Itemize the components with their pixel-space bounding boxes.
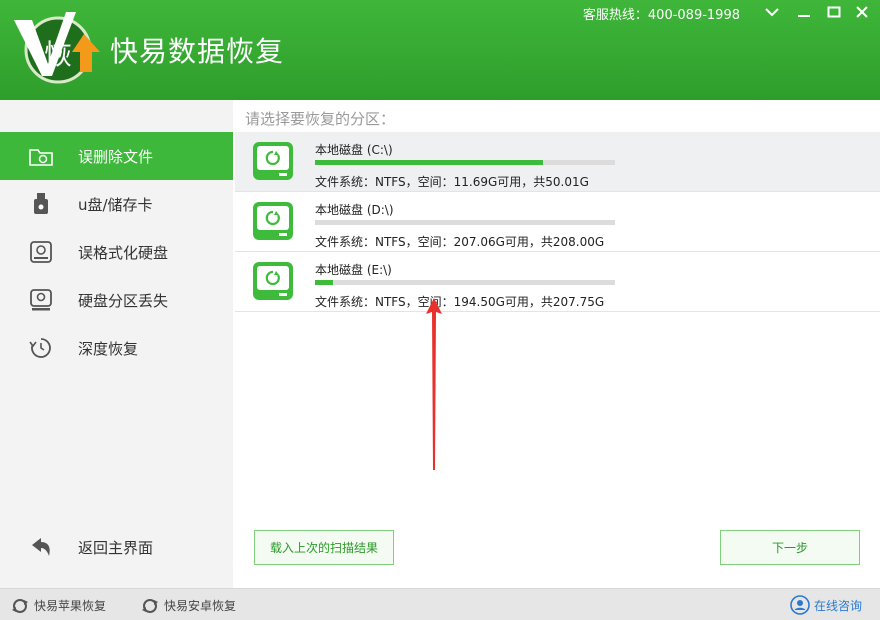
back-label: 返回主界面 <box>78 538 154 557</box>
recycle-icon <box>12 598 28 613</box>
android-recovery-link[interactable]: 快易安卓恢复 <box>140 597 236 614</box>
close-icon <box>856 6 868 18</box>
app-title: 快易数据恢复 <box>110 35 285 68</box>
sidebar-item-deep-recovery[interactable]: 深度恢复 <box>0 324 233 372</box>
drive-name: 本地磁盘 (C:\) <box>315 143 393 157</box>
android-recovery-label: 快易安卓恢复 <box>164 599 237 613</box>
hard-disk-icon <box>253 202 293 240</box>
red-arrow-annotation <box>426 298 442 470</box>
drive-usage-fill <box>315 280 333 285</box>
drive-usage-fill <box>315 160 543 165</box>
footer-bar: 快易苹果恢复 快易安卓恢复 在线咨询 <box>0 588 880 620</box>
drive-usage-bar <box>315 280 615 285</box>
sidebar-item-label: 硬盘分区丢失 <box>78 291 169 310</box>
sidebar-item-label: 误删除文件 <box>78 147 154 166</box>
sidebar-item-label: 误格式化硬盘 <box>78 243 169 262</box>
minimize-icon <box>798 15 810 17</box>
apple-recovery-link[interactable]: 快易苹果恢复 <box>10 597 106 614</box>
logo-char: 恢 <box>44 38 72 71</box>
online-consult-link[interactable]: 在线咨询 <box>790 595 862 615</box>
folder-icon <box>28 143 54 169</box>
drive-info: 文件系统：NTFS，空间：11.69G可用，共50.01G <box>315 175 589 189</box>
user-support-icon <box>790 595 810 615</box>
sidebar-item-label: u盘/储存卡 <box>78 195 153 214</box>
main-panel: 请选择要恢复的分区： 本地磁盘 (C:\) 文件系统：NTFS，空间：11.69… <box>233 100 880 588</box>
drive-row-e[interactable]: 本地磁盘 (E:\) 文件系统：NTFS，空间：194.50G可用，共207.7… <box>235 252 880 312</box>
deep-recovery-icon <box>28 335 54 361</box>
chevron-down-icon <box>765 8 779 17</box>
hotline-text: 客服热线：400-089-1998 <box>582 8 740 23</box>
hard-disk-icon <box>28 239 54 265</box>
sidebar-item-formatted-disk[interactable]: 误格式化硬盘 <box>0 228 233 276</box>
hard-disk-icon <box>253 142 293 180</box>
drive-row-d[interactable]: 本地磁盘 (D:\) 文件系统：NTFS，空间：207.06G可用，共208.0… <box>235 192 880 252</box>
hard-disk-icon <box>253 262 293 300</box>
online-consult-label: 在线咨询 <box>814 598 863 613</box>
partition-prompt: 请选择要恢复的分区： <box>245 110 396 128</box>
sidebar: 误删除文件 u盘/储存卡 误格式化硬盘 硬盘分区丢失 深度恢复 返回主界面 <box>0 100 233 588</box>
drive-row-c[interactable]: 本地磁盘 (C:\) 文件系统：NTFS，空间：11.69G可用，共50.01G <box>235 132 880 192</box>
usb-drive-icon <box>28 191 54 217</box>
load-last-scan-button[interactable]: 载入上次的扫描结果 <box>254 530 394 565</box>
app-logo: 恢 <box>14 12 102 88</box>
disk-partition-icon <box>28 287 54 313</box>
sidebar-item-deleted-files[interactable]: 误删除文件 <box>0 132 233 180</box>
drive-name: 本地磁盘 (E:\) <box>315 263 392 277</box>
maximize-button[interactable] <box>822 2 846 22</box>
close-button[interactable] <box>850 2 874 22</box>
back-arrow-icon <box>28 534 54 560</box>
minimize-button[interactable] <box>792 2 816 22</box>
next-step-button[interactable]: 下一步 <box>720 530 860 565</box>
drive-info: 文件系统：NTFS，空间：207.06G可用，共208.00G <box>315 235 605 249</box>
back-to-main-button[interactable]: 返回主界面 <box>0 523 233 571</box>
apple-recovery-label: 快易苹果恢复 <box>34 599 107 613</box>
maximize-icon <box>827 6 841 18</box>
drive-usage-bar <box>315 160 615 165</box>
sidebar-item-label: 深度恢复 <box>78 339 139 358</box>
title-bar: 恢 快易数据恢复 客服热线：400-089-1998 <box>0 0 880 100</box>
sidebar-item-usb-card[interactable]: u盘/储存卡 <box>0 180 233 228</box>
drive-usage-bar <box>315 220 615 225</box>
drive-name: 本地磁盘 (D:\) <box>315 203 394 217</box>
sidebar-item-lost-partition[interactable]: 硬盘分区丢失 <box>0 276 233 324</box>
drive-info: 文件系统：NTFS，空间：194.50G可用，共207.75G <box>315 295 605 309</box>
menu-chevron-button[interactable] <box>760 2 784 22</box>
recycle-icon <box>142 598 158 613</box>
